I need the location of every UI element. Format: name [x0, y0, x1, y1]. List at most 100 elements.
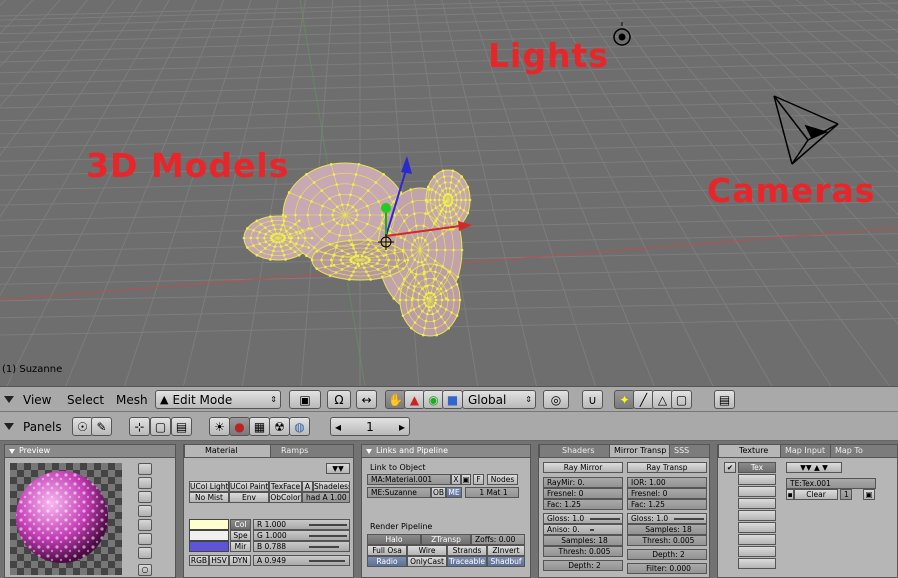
script-context-button[interactable]: ✎ [91, 417, 112, 436]
rgb-mode[interactable]: RGB [189, 555, 209, 566]
transp-samples-field[interactable]: Samples: 18 [627, 524, 707, 535]
preview-sky-button[interactable] [138, 533, 152, 545]
radiosity-buttons[interactable]: ☢ [269, 417, 290, 436]
tab-map-to[interactable]: Map To [830, 445, 897, 457]
wire-toggle[interactable]: Wire [407, 545, 447, 556]
mirror-fresnel-field[interactable]: Fresnel: 0 [543, 488, 623, 499]
radio-toggle[interactable]: Radio [367, 556, 407, 567]
color-swatch-col[interactable] [189, 519, 229, 530]
ucol-paint-toggle[interactable]: UCol Paint [229, 481, 269, 492]
material-index-field[interactable]: 1 Mat 1 [465, 487, 519, 498]
ztransp-toggle[interactable]: ZTransp [421, 534, 471, 545]
red-slider[interactable]: R 1.000 [253, 519, 350, 530]
raymir-field[interactable]: RayMir: 0. [543, 477, 623, 488]
full-osa-toggle[interactable]: Full Osa [367, 545, 407, 556]
transp-fresnel-field[interactable]: Fresnel: 0 [627, 488, 707, 499]
mirror-depth-field[interactable]: Depth: 2 [543, 560, 623, 571]
frame-number-field[interactable]: ◂ 1 ▸ [330, 417, 410, 436]
vertex-select-mode[interactable]: ✦ [614, 390, 635, 409]
a-toggle[interactable]: A [302, 481, 313, 492]
tab-texture[interactable]: Texture [718, 445, 780, 457]
mirror-thresh-field[interactable]: Thresh: 0.005 [543, 546, 623, 557]
mirror-aniso-slider[interactable]: Aniso: 0. [543, 524, 623, 535]
browse-material-button[interactable]: ▣ [461, 474, 471, 485]
preview-cube-button[interactable] [138, 491, 152, 503]
strands-toggle[interactable]: Strands [447, 545, 487, 556]
menu-view[interactable]: View [23, 393, 51, 407]
fake-user-button[interactable]: F [473, 474, 484, 485]
link-me-button[interactable]: ME [446, 487, 462, 498]
material-buttons[interactable]: ● [229, 417, 250, 436]
tab-shaders[interactable]: Shaders [539, 445, 609, 457]
preview-refresh-button[interactable]: ○ [138, 564, 152, 576]
texture-slot-empty[interactable] [738, 474, 776, 485]
color-swatch-mir[interactable] [189, 541, 229, 552]
hsv-mode[interactable]: HSV [209, 555, 229, 566]
menu-select[interactable]: Select [67, 393, 104, 407]
texture-slot-empty[interactable] [738, 486, 776, 497]
env-toggle[interactable]: Env [229, 492, 269, 503]
orientation-select[interactable]: Global ⇕ [462, 390, 536, 409]
tab-material[interactable]: Material [184, 445, 270, 457]
panels-collapse-icon[interactable] [4, 423, 14, 430]
occlude-toggle[interactable]: ▢ [671, 390, 692, 409]
preview-flat-button[interactable] [138, 463, 152, 475]
texture-channel-check[interactable]: ✔ [724, 462, 736, 473]
3d-viewport[interactable]: Lights 3D Models Cameras (1) Suzanne [0, 0, 898, 386]
mode-select[interactable]: ▲ Edit Mode ⇕ [155, 390, 281, 409]
shadeless-toggle[interactable]: Shadeless [313, 481, 350, 492]
transp-depth-field[interactable]: Depth: 2 [627, 549, 707, 560]
translate-button[interactable]: ✋ [385, 390, 406, 409]
material-copy-paste[interactable]: ▼▼ [326, 463, 350, 474]
traceable-toggle[interactable]: Traceable [447, 556, 487, 567]
texface-toggle[interactable]: TexFace [269, 481, 302, 492]
links-panel-title[interactable]: Links and Pipeline [362, 445, 530, 458]
preview-hair-button[interactable] [138, 519, 152, 531]
manipulator-toggle[interactable]: ↔ [356, 390, 377, 409]
texture-users-field[interactable]: 1 [840, 489, 852, 500]
preview-panel-title[interactable]: Preview [5, 445, 175, 458]
pivot-select[interactable]: Ω [327, 390, 351, 409]
green-slider[interactable]: G 1.000 [253, 530, 350, 541]
texture-slot-empty[interactable] [738, 498, 776, 509]
proportional-edit-select[interactable]: ◎ [543, 390, 569, 409]
rotate-button[interactable]: ▲ [404, 390, 425, 409]
clear-texture-button[interactable]: Clear [794, 489, 838, 500]
link-ob-button[interactable]: OB [431, 487, 446, 498]
onlycast-toggle[interactable]: OnlyCast [407, 556, 447, 567]
obcolor-toggle[interactable]: ObColor [269, 492, 302, 503]
logic-context-button[interactable]: ☉ [72, 417, 93, 436]
texture-slot-empty[interactable] [738, 546, 776, 557]
texture-slot-empty[interactable] [738, 534, 776, 545]
texture-lock-button[interactable]: ▣ [863, 489, 875, 500]
scale-button[interactable]: ◉ [423, 390, 444, 409]
tab-sss[interactable]: SSS [669, 445, 709, 457]
lamp-buttons[interactable]: ☀ [209, 417, 230, 436]
edge-select-mode[interactable]: ╱ [633, 390, 654, 409]
color-swatch-spe[interactable] [189, 530, 229, 541]
scene-context-button[interactable]: ▤ [171, 417, 192, 436]
tab-ramps[interactable]: Ramps [270, 445, 353, 457]
scale-box-button[interactable]: ■ [442, 390, 463, 409]
transp-filter-field[interactable]: Filter: 0.000 [627, 563, 707, 574]
face-select-mode[interactable]: △ [652, 390, 673, 409]
transp-fac-field[interactable]: Fac: 1.25 [627, 499, 707, 510]
zinvert-toggle[interactable]: ZInvert [487, 545, 525, 556]
tab-map-input[interactable]: Map Input [780, 445, 830, 457]
world-buttons[interactable]: ◍ [289, 417, 310, 436]
mesh-name-field[interactable]: ME:Suzanne [367, 487, 431, 498]
texture-slot-empty[interactable] [738, 510, 776, 521]
shadbuf-toggle[interactable]: Shadbuf [487, 556, 525, 567]
blue-slider[interactable]: B 0.788 [253, 541, 350, 552]
draw-type-select[interactable]: ▣ [289, 390, 321, 409]
transp-gloss-slider[interactable]: Gloss: 1.0 [627, 513, 707, 524]
texture-name-field[interactable]: TE:Tex.001 [786, 478, 876, 489]
no-mist-toggle[interactable]: No Mist [189, 492, 229, 503]
texture-slot-arrows[interactable]: ▼▼ ▲ ▼ [786, 462, 842, 473]
mir-button[interactable]: Mir [230, 541, 251, 552]
texture-browse-button[interactable]: ▪ [786, 489, 794, 500]
unlink-material-button[interactable]: X [451, 474, 461, 485]
texture-slot-1[interactable]: Tex [738, 462, 776, 473]
menu-mesh[interactable]: Mesh [116, 393, 148, 407]
had-a-field[interactable]: had A 1.00 [302, 492, 350, 503]
